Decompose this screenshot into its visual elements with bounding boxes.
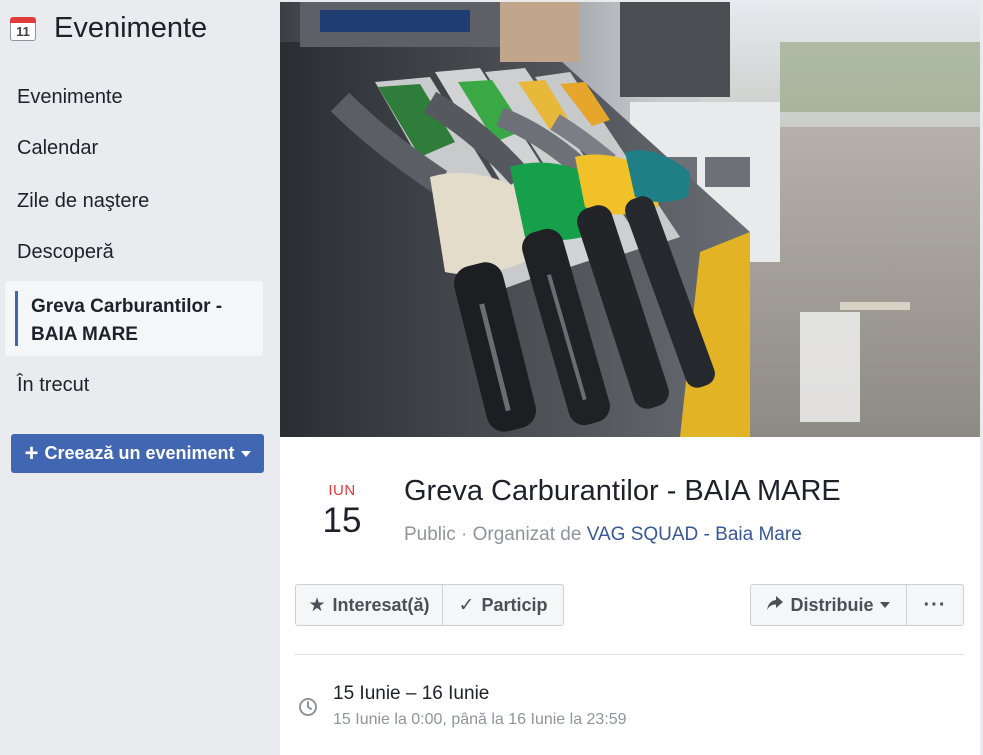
- event-time-range: 15 Iunie – 16 Iunie: [333, 683, 490, 704]
- event-month: IUN: [328, 482, 356, 499]
- event-card: IUN 15 Greva Carburantilor - BAIA MARE P…: [280, 2, 980, 755]
- create-event-button[interactable]: + Creează un eveniment: [11, 434, 264, 473]
- organizer-link[interactable]: VAG SQUAD - Baia Mare: [587, 524, 802, 545]
- fuel-pump-nozzles-image: [280, 2, 980, 437]
- going-label: Particip: [481, 594, 548, 615]
- sidebar-item-birthdays[interactable]: Zile de naştere: [17, 190, 149, 213]
- chevron-down-icon: [879, 602, 890, 608]
- more-options-icon: ···: [923, 593, 947, 616]
- sidebar-header: 11 Evenimente: [10, 8, 207, 48]
- sidebar-item-events[interactable]: Evenimente: [17, 86, 123, 109]
- share-arrow-icon: [767, 594, 784, 616]
- interested-button[interactable]: ★ Interesat(ă): [295, 584, 443, 626]
- sidebar-item-past[interactable]: În trecut: [17, 374, 89, 397]
- plus-icon: +: [24, 439, 39, 467]
- organized-by-label: · Organizat de: [461, 524, 582, 545]
- sidebar-item-discover[interactable]: Descoperă: [17, 241, 114, 264]
- calendar-icon: 11: [10, 15, 36, 41]
- event-meta: Public · Organizat de VAG SQUAD - Baia M…: [404, 524, 802, 546]
- checkmark-icon: ✓: [458, 594, 475, 616]
- active-indicator: [15, 291, 18, 346]
- sidebar-item-current-event[interactable]: Greva Carburantilor - BAIA MARE: [5, 281, 263, 356]
- clock-icon: [298, 697, 318, 722]
- sidebar-title: Evenimente: [54, 11, 208, 44]
- star-icon: ★: [308, 594, 326, 616]
- more-options-button[interactable]: ···: [906, 584, 964, 626]
- events-sidebar: 11 Evenimente Evenimente Calendar Zile d…: [0, 0, 278, 755]
- sidebar-item-calendar[interactable]: Calendar: [17, 137, 98, 160]
- event-title: Greva Carburantilor - BAIA MARE: [404, 475, 841, 507]
- going-button[interactable]: ✓ Particip: [442, 584, 564, 626]
- event-day: 15: [322, 501, 362, 540]
- create-event-label: Creează un eveniment: [44, 443, 235, 463]
- event-cover-photo[interactable]: [280, 2, 980, 437]
- interested-label: Interesat(ă): [332, 594, 430, 615]
- event-date: IUN 15: [310, 482, 374, 541]
- chevron-down-icon: [240, 450, 251, 457]
- share-label: Distribuie: [790, 594, 874, 615]
- divider: [295, 654, 964, 655]
- event-privacy: Public: [404, 524, 456, 545]
- share-button[interactable]: Distribuie: [750, 584, 907, 626]
- event-time-detail: 15 Iunie la 0:00, până la 16 Iunie la 23…: [333, 711, 627, 728]
- sidebar-item-label: Greva Carburantilor - BAIA MARE: [31, 296, 223, 345]
